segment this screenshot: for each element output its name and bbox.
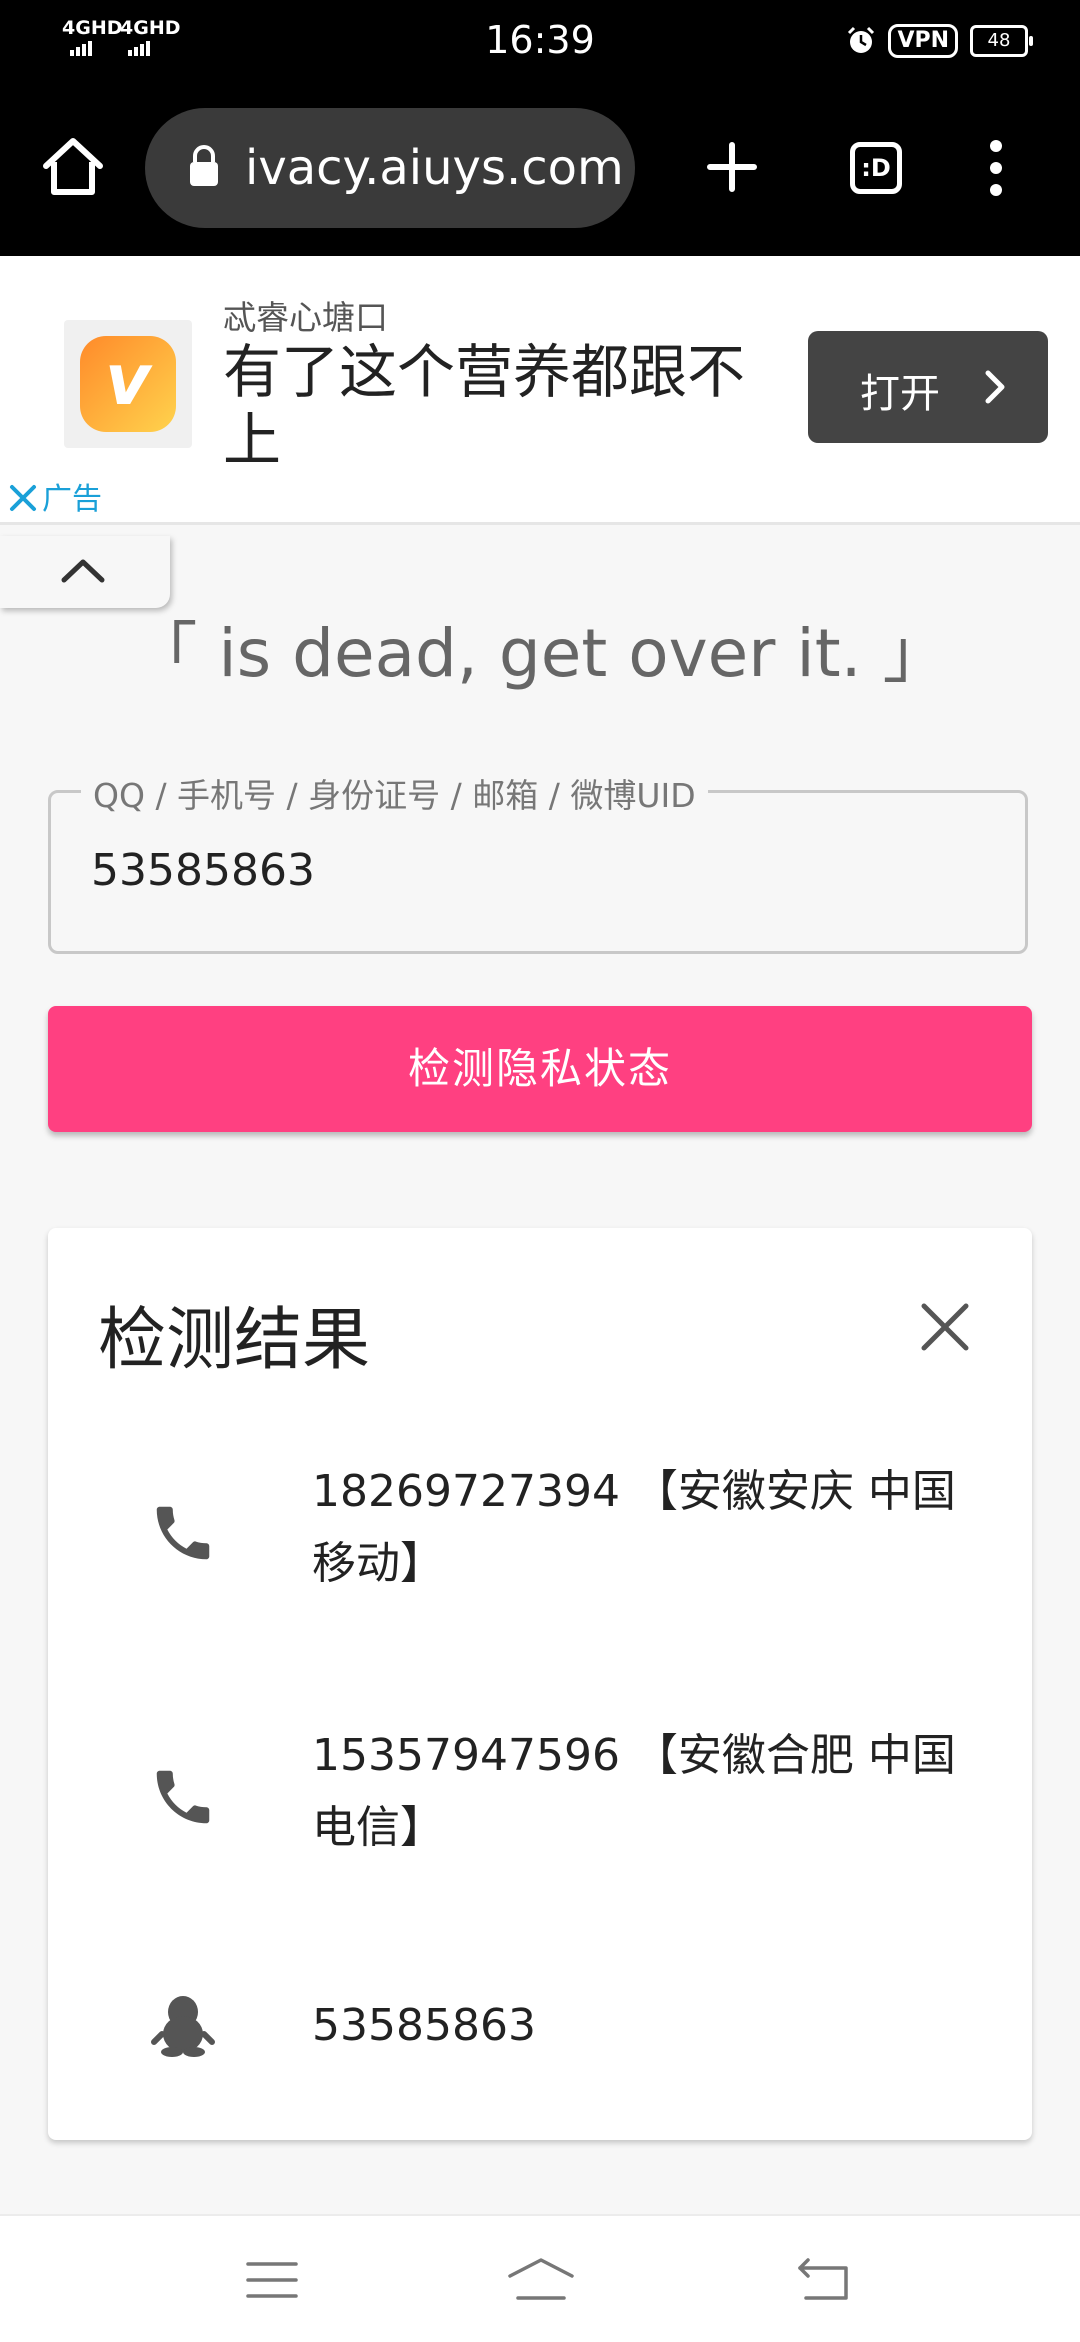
close-icon	[10, 485, 36, 511]
ad-title: 有了这个营养都跟不上	[223, 338, 746, 474]
ad-app-icon: v	[64, 320, 192, 448]
new-tab-icon[interactable]	[706, 141, 758, 193]
address-bar[interactable]: ivacy.aiuys.com	[145, 108, 635, 228]
ad-source: 忒睿心塘口	[223, 298, 388, 337]
ad-open-label: 打开	[860, 371, 940, 417]
result-item-phone-1: 18269727394 【安徽安庆 中国移动】	[312, 1466, 956, 1589]
more-options-icon[interactable]	[988, 138, 1004, 198]
chevron-right-icon	[985, 370, 1005, 404]
query-input-label: QQ / 手机号 / 身份证号 / 邮箱 / 微博UID	[81, 769, 708, 817]
ad-label: 广告	[42, 482, 102, 517]
alarm-icon	[848, 26, 875, 53]
close-icon[interactable]	[910, 1292, 980, 1362]
phone-icon	[156, 1770, 210, 1824]
chevron-up-icon	[61, 559, 105, 583]
results-title: 检测结果	[98, 1301, 371, 1380]
tab-switcher-button[interactable]: :D	[850, 142, 902, 194]
url-text: ivacy.aiuys.com	[245, 140, 624, 196]
back-icon[interactable]	[796, 2258, 852, 2302]
status-icons: VPN 48	[846, 24, 1033, 58]
ad-banner[interactable]: v 忒睿心塘口 有了这个营养都跟不上 打开 广告	[0, 256, 1080, 525]
collapse-ad-button[interactable]	[0, 536, 170, 608]
home-icon[interactable]	[40, 136, 106, 198]
ad-close-button[interactable]: 广告	[8, 474, 102, 518]
vpn-badge: VPN	[888, 24, 958, 58]
check-privacy-button[interactable]: 检测隐私状态	[48, 1006, 1032, 1132]
page-slogan: 「 is dead, get over it. 」	[131, 615, 949, 692]
menu-icon[interactable]	[246, 2260, 298, 2300]
battery-indicator: 48	[970, 25, 1033, 57]
ad-app-logo: v	[80, 336, 176, 432]
lock-icon	[190, 145, 218, 186]
home-nav-icon[interactable]	[506, 2256, 576, 2302]
result-item-qq: 53585863	[312, 2000, 536, 2051]
results-card: 检测结果 18269727394 【安徽安庆 中国移动】 15357947596…	[48, 1228, 1032, 2140]
query-input-field[interactable]: QQ / 手机号 / 身份证号 / 邮箱 / 微博UID 53585863	[48, 769, 1028, 954]
ad-open-button[interactable]: 打开	[808, 331, 1048, 443]
browser-top-bar: 4GHD 4GHD 16:39 VPN 48 ivacy.aiuys.com :…	[0, 0, 1080, 256]
system-nav-bar	[0, 2214, 1080, 2342]
phone-icon	[156, 1506, 210, 1560]
query-input-value[interactable]: 53585863	[91, 845, 315, 896]
qq-penguin-icon	[151, 1996, 215, 2057]
result-item-phone-2: 15357947596 【安徽合肥 中国电信】	[312, 1730, 956, 1853]
